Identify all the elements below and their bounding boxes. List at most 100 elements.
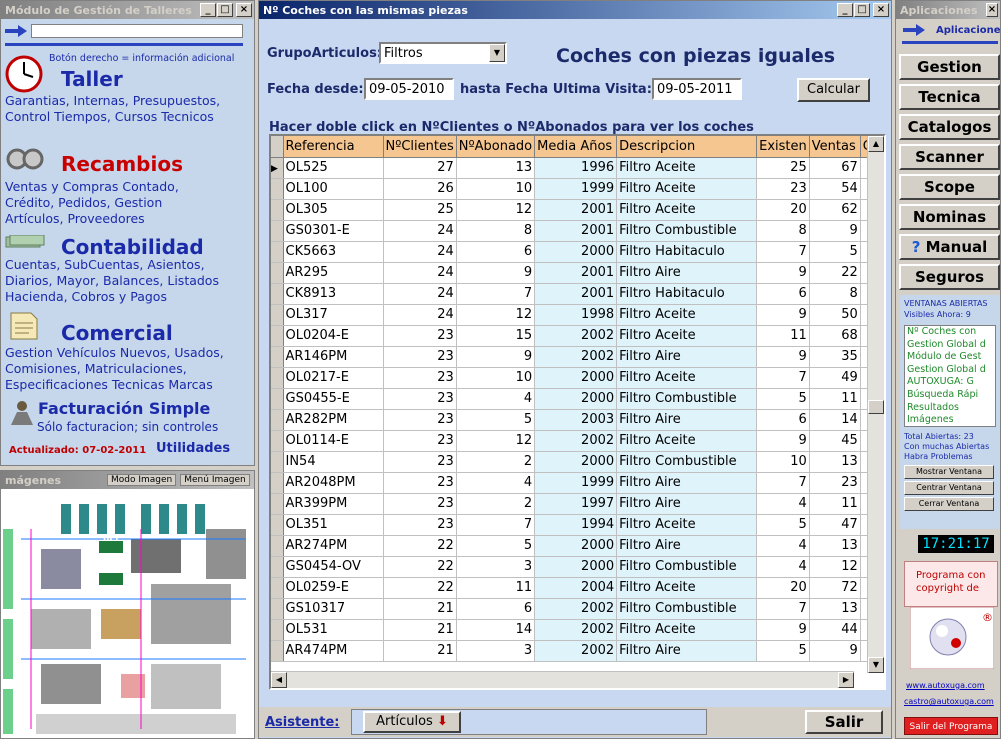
cell-nabonados[interactable]: 3 bbox=[456, 640, 536, 662]
row-selector[interactable] bbox=[271, 493, 284, 515]
cell-nabonados[interactable]: 7 bbox=[456, 283, 536, 305]
row-selector[interactable] bbox=[271, 409, 284, 431]
scroll-down-icon[interactable]: ▼ bbox=[868, 657, 884, 673]
cell-nclientes[interactable]: 23 bbox=[383, 325, 457, 347]
row-selector[interactable] bbox=[271, 619, 284, 641]
recambios-desc[interactable]: Ventas y Compras Contado, Crédito, Pedid… bbox=[5, 179, 179, 227]
row-selector[interactable] bbox=[271, 388, 284, 410]
table-row[interactable]: OL0114-E 23 12 2002 Filtro Aceite 9 45 bbox=[271, 430, 875, 452]
close-window-button[interactable]: Cerrar Ventana bbox=[904, 497, 994, 511]
cell-nabonados[interactable]: 9 bbox=[456, 262, 536, 284]
table-row[interactable]: CK5663 24 6 2000 Filtro Habitaculo 7 5 bbox=[271, 241, 875, 263]
row-selector[interactable] bbox=[271, 640, 284, 662]
table-row[interactable]: OL531 21 14 2002 Filtro Aceite 9 44 bbox=[271, 619, 875, 641]
row-selector[interactable] bbox=[271, 451, 284, 473]
show-window-button[interactable]: Mostrar Ventana bbox=[904, 465, 994, 479]
email-link[interactable]: castro@autoxuga.com bbox=[904, 697, 994, 706]
comercial-desc[interactable]: Gestion Vehículos Nuevos, Usados, Comisi… bbox=[5, 345, 224, 393]
table-row[interactable]: AR2048PM 23 4 1999 Filtro Aire 7 23 bbox=[271, 472, 875, 494]
cell-nclientes[interactable]: 21 bbox=[383, 640, 457, 662]
scroll-thumb[interactable] bbox=[868, 400, 884, 414]
row-selector[interactable] bbox=[271, 535, 284, 557]
row-selector[interactable] bbox=[271, 262, 284, 284]
cell-nabonados[interactable]: 12 bbox=[456, 199, 536, 221]
table-row[interactable]: AR399PM 23 2 1997 Filtro Aire 4 11 bbox=[271, 493, 875, 515]
image-mode-dropdown[interactable]: Modo Imagen bbox=[107, 474, 177, 486]
minimize-button[interactable]: _ bbox=[200, 3, 216, 17]
exit-program-button[interactable]: Salir del Programa bbox=[904, 717, 998, 735]
cell-nclientes[interactable]: 23 bbox=[383, 430, 457, 452]
cell-nabonados[interactable]: 10 bbox=[456, 367, 536, 389]
comercial-title[interactable]: Comercial bbox=[61, 321, 173, 345]
table-row[interactable]: OL100 26 10 1999 Filtro Aceite 23 54 bbox=[271, 178, 875, 200]
row-selector[interactable] bbox=[271, 367, 284, 389]
table-row[interactable]: AR295 24 9 2001 Filtro Aire 9 22 bbox=[271, 262, 875, 284]
open-window-item[interactable]: AUTOXUGA: G bbox=[907, 376, 995, 389]
vertical-scrollbar[interactable]: ▲ ▼ bbox=[867, 136, 884, 673]
cell-nabonados[interactable]: 2 bbox=[456, 451, 536, 473]
date-to-input[interactable]: 09-05-2011 bbox=[652, 78, 742, 100]
main-titlebar[interactable]: Nº Coches con las mismas piezas _ □ × bbox=[259, 1, 891, 19]
row-selector[interactable] bbox=[271, 199, 284, 221]
open-window-item[interactable]: Módulo de Gest bbox=[907, 351, 995, 364]
cell-nclientes[interactable]: 22 bbox=[383, 556, 457, 578]
row-selector[interactable]: ▶ bbox=[271, 157, 284, 179]
cell-nabonados[interactable]: 13 bbox=[456, 157, 536, 179]
cell-nclientes[interactable]: 24 bbox=[383, 304, 457, 326]
taller-desc[interactable]: Garantias, Internas, Presupuestos, Contr… bbox=[5, 93, 220, 125]
cell-nclientes[interactable]: 23 bbox=[383, 367, 457, 389]
close-button[interactable]: × bbox=[873, 3, 889, 17]
images-titlebar[interactable]: mágenes Modo Imagen Menú Imagen bbox=[1, 471, 254, 489]
row-selector[interactable] bbox=[271, 220, 284, 242]
exit-button[interactable]: Salir bbox=[805, 710, 883, 734]
group-select[interactable]: Filtros ▼ bbox=[379, 42, 507, 64]
horizontal-scrollbar[interactable]: ◀ ▶ bbox=[271, 671, 854, 688]
cell-nclientes[interactable]: 24 bbox=[383, 283, 457, 305]
recambios-title[interactable]: Recambios bbox=[61, 152, 183, 176]
table-row[interactable]: ▶ OL525 27 13 1996 Filtro Aceite 25 67 bbox=[271, 157, 875, 179]
cell-nabonados[interactable]: 7 bbox=[456, 514, 536, 536]
contabilidad-desc[interactable]: Cuentas, SubCuentas, Asientos, Diarios, … bbox=[5, 257, 219, 305]
cell-nclientes[interactable]: 22 bbox=[383, 535, 457, 557]
row-selector[interactable] bbox=[271, 556, 284, 578]
facturacion-desc[interactable]: Sólo facturacion; sin controles bbox=[37, 419, 218, 435]
col-existen[interactable]: Existen bbox=[756, 136, 810, 158]
nav-scope-button[interactable]: Scope bbox=[899, 174, 1000, 200]
cell-nabonados[interactable]: 10 bbox=[456, 178, 536, 200]
cell-nabonados[interactable]: 4 bbox=[456, 472, 536, 494]
maximize-button[interactable]: □ bbox=[854, 3, 870, 17]
table-row[interactable]: OL0204-E 23 15 2002 Filtro Aceite 11 68 bbox=[271, 325, 875, 347]
col-media-anos[interactable]: Media Años bbox=[534, 136, 618, 158]
table-row[interactable]: GS10317 21 6 2002 Filtro Combustible 7 13 bbox=[271, 598, 875, 620]
row-selector[interactable] bbox=[271, 325, 284, 347]
cell-nabonados[interactable]: 4 bbox=[456, 388, 536, 410]
col-nclientes[interactable]: NºClientes bbox=[383, 136, 457, 158]
table-row[interactable]: IN54 23 2 2000 Filtro Combustible 10 13 bbox=[271, 451, 875, 473]
open-windows-list[interactable]: Nº Coches con Gestion Global d Módulo de G… bbox=[904, 325, 996, 427]
module-titlebar[interactable]: Módulo de Gestión de Talleres _ □ × bbox=[1, 1, 254, 19]
money-icon[interactable] bbox=[5, 235, 45, 249]
nav-tecnica-button[interactable]: Tecnica bbox=[899, 84, 1000, 110]
cell-nclientes[interactable]: 21 bbox=[383, 619, 457, 641]
cell-nclientes[interactable]: 27 bbox=[383, 157, 457, 179]
row-selector[interactable] bbox=[271, 430, 284, 452]
row-selector[interactable] bbox=[271, 241, 284, 263]
cell-nabonados[interactable]: 14 bbox=[456, 619, 536, 641]
cell-nclientes[interactable]: 24 bbox=[383, 241, 457, 263]
table-row[interactable]: OL0259-E 22 11 2004 Filtro Aceite 20 72 bbox=[271, 577, 875, 599]
articles-button[interactable]: Artículos ⬇ bbox=[363, 711, 461, 733]
open-window-item[interactable]: Gestion Global d bbox=[907, 364, 995, 377]
minimize-button[interactable]: _ bbox=[837, 3, 853, 17]
col-descripcion[interactable]: Descripcion bbox=[616, 136, 758, 158]
close-button[interactable]: × bbox=[236, 3, 252, 17]
cell-nclientes[interactable]: 24 bbox=[383, 220, 457, 242]
row-selector[interactable] bbox=[271, 598, 284, 620]
cell-nabonados[interactable]: 8 bbox=[456, 220, 536, 242]
cell-nclientes[interactable]: 21 bbox=[383, 598, 457, 620]
clock-icon[interactable] bbox=[5, 55, 43, 93]
engine-diagram-image[interactable]: UCE UCE bbox=[1, 489, 254, 738]
nav-seguros-button[interactable]: Seguros bbox=[899, 264, 1000, 290]
cell-nabonados[interactable]: 5 bbox=[456, 409, 536, 431]
row-selector[interactable] bbox=[271, 304, 284, 326]
row-selector[interactable] bbox=[271, 178, 284, 200]
